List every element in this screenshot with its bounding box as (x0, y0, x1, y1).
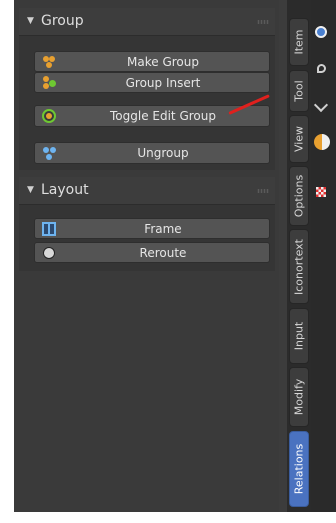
frame-label: Frame (144, 222, 182, 236)
ungroup-icon (41, 145, 57, 161)
make-group-label: Make Group (127, 55, 199, 69)
tab-label: Modify (292, 378, 306, 416)
ungroup-button[interactable]: Ungroup (34, 142, 270, 164)
tab-label: Tool (292, 80, 306, 102)
view-icon[interactable] (315, 26, 327, 38)
tab-item[interactable]: Item (289, 18, 309, 66)
sidebar-tabs: Item Tool View Options Iconortext Input … (287, 0, 311, 512)
group-panel-title: Group (41, 13, 84, 29)
tab-label: Item (292, 29, 306, 55)
layout-panel-title: Layout (41, 182, 89, 198)
reroute-label: Reroute (139, 246, 187, 260)
tab-options[interactable]: Options (289, 166, 309, 226)
link-icon[interactable] (317, 64, 326, 73)
frame-icon (41, 221, 57, 237)
tab-modify[interactable]: Modify (289, 367, 309, 427)
tab-label: View (292, 125, 306, 153)
layout-panel-header[interactable]: ▼ Layout (19, 177, 275, 205)
tab-relations[interactable]: Relations (289, 431, 309, 507)
tab-tool[interactable]: Tool (289, 70, 309, 112)
reroute-button[interactable]: Reroute (34, 242, 270, 263)
collapse-arrow-icon[interactable]: ▼ (27, 16, 34, 26)
collapse-arrow-icon[interactable]: ▼ (27, 185, 34, 195)
tab-label: Iconortext (292, 238, 306, 295)
scroll-strip (279, 0, 287, 512)
tab-iconortext[interactable]: Iconortext (289, 229, 309, 304)
shading-icon[interactable] (314, 134, 330, 150)
tab-label: Relations (292, 443, 306, 495)
reroute-icon (41, 245, 57, 261)
right-toolbar (311, 0, 336, 512)
frame-button[interactable]: Frame (34, 218, 270, 239)
group-insert-label: Group Insert (125, 76, 201, 90)
tab-input[interactable]: Input (289, 308, 309, 364)
make-group-icon (41, 54, 57, 70)
ungroup-label: Ungroup (137, 146, 189, 160)
drag-grip-icon[interactable] (257, 20, 269, 24)
chevron-icon[interactable] (313, 97, 329, 113)
group-insert-icon (41, 75, 57, 91)
drag-grip-icon[interactable] (257, 189, 269, 193)
group-insert-button[interactable]: Group Insert (34, 72, 270, 93)
toggle-edit-group-icon (41, 108, 57, 124)
make-group-button[interactable]: Make Group (34, 51, 270, 72)
tab-view[interactable]: View (289, 115, 309, 163)
tab-label: Options (292, 174, 306, 218)
group-panel-header[interactable]: ▼ Group (19, 8, 275, 36)
tab-label: Input (292, 321, 306, 351)
checker-icon[interactable] (316, 187, 326, 197)
